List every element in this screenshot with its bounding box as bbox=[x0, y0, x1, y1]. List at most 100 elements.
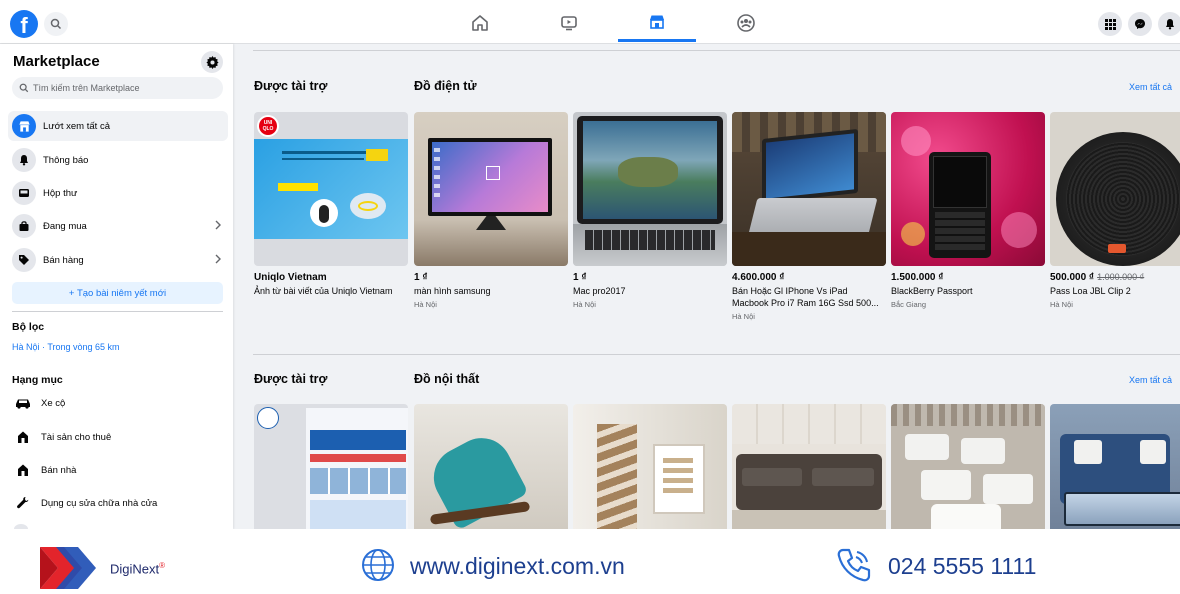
listing-image bbox=[732, 112, 886, 266]
category-heading-electronics: Đồ điện tử bbox=[414, 79, 477, 93]
house-sale-icon-wrap bbox=[12, 459, 34, 481]
rental-house-icon-wrap bbox=[12, 426, 34, 448]
marketplace-search bbox=[12, 77, 223, 99]
listing-image bbox=[732, 404, 886, 529]
tab-marketplace[interactable] bbox=[618, 4, 696, 42]
notifications-button[interactable] bbox=[1158, 12, 1180, 36]
see-all-link[interactable]: Xem tất cả bbox=[1129, 82, 1172, 92]
create-listing-button[interactable]: + Tạo bài niêm yết mới bbox=[12, 282, 223, 304]
listing-price: 4.600.000 ₫ bbox=[732, 272, 785, 283]
sidebar-title: Marketplace bbox=[13, 53, 100, 70]
promo-footer: DigiNext® www.diginext.com.vn 024 5555 1… bbox=[0, 529, 1180, 594]
listing-card[interactable]: 1 ₫ màn hình samsung Hà Nội bbox=[414, 112, 568, 309]
marketplace-search-input[interactable] bbox=[33, 83, 213, 93]
listing-card[interactable] bbox=[891, 404, 1045, 529]
listing-image bbox=[891, 112, 1045, 266]
watch-icon bbox=[561, 16, 577, 31]
listing-price: 1 ₫ bbox=[573, 272, 587, 283]
listing-card[interactable]: 500.000 ₫ 1.000.000 ₫ Pass Loa JBL Clip 2… bbox=[1050, 112, 1180, 309]
listing-price: 500.000 ₫ 1.000.000 ₫ bbox=[1050, 272, 1180, 283]
sidebar-item-browse-all[interactable]: Lướt xem tất cả bbox=[8, 111, 228, 141]
diginext-logo-icon bbox=[40, 547, 96, 589]
sponsored-card[interactable]: UNI QLO Uniqlo Vietnam Ảnh từ bài viết c… bbox=[254, 112, 408, 297]
sidebar-item-notifications[interactable]: Thông báo bbox=[8, 145, 228, 175]
sponsored-image: UNI QLO bbox=[254, 112, 408, 266]
top-navigation-bar: f bbox=[0, 0, 1180, 44]
listing-card[interactable] bbox=[1050, 404, 1180, 529]
listing-card[interactable]: 4.600.000 ₫ Bán Hoặc Gl IPhone Vs iPad M… bbox=[732, 112, 886, 321]
category-item-homes-for-sale[interactable]: Bán nhà bbox=[8, 455, 228, 485]
sponsor-name: Uniqlo Vietnam bbox=[254, 272, 327, 283]
search-button[interactable] bbox=[44, 12, 68, 36]
sidebar-item-label: Thông báo bbox=[43, 154, 89, 166]
tab-watch[interactable] bbox=[530, 4, 608, 42]
home-icon bbox=[472, 15, 488, 31]
listing-location: Hà Nội bbox=[573, 300, 596, 309]
facebook-logo[interactable]: f bbox=[10, 10, 38, 38]
settings-button[interactable] bbox=[201, 51, 223, 73]
listing-image bbox=[891, 404, 1045, 529]
sponsor-desc: Ảnh từ bài viết của Uniqlo Vietnam bbox=[254, 286, 393, 296]
category-label: Tài sản cho thuê bbox=[41, 431, 112, 443]
sidebar-item-label: Bán hàng bbox=[43, 254, 84, 266]
inbox-icon-wrap bbox=[12, 181, 36, 205]
car-icon-wrap bbox=[12, 392, 34, 414]
wrench-icon-wrap bbox=[12, 492, 34, 514]
shopping-bag-icon-wrap bbox=[12, 214, 36, 238]
ad-banner bbox=[254, 139, 408, 239]
section-divider bbox=[253, 50, 1180, 51]
uniqlo-logo: UNI QLO bbox=[257, 115, 279, 137]
category-item-vehicles[interactable]: Xe cộ bbox=[8, 388, 228, 418]
sponsored-heading: Được tài trợ bbox=[254, 372, 328, 386]
category-label: Xe cộ bbox=[41, 397, 66, 409]
listing-price: 1 ₫ bbox=[414, 272, 428, 283]
globe-icon bbox=[362, 549, 394, 581]
location-filter-link[interactable]: Hà Nội · Trong vòng 65 km bbox=[12, 342, 120, 352]
brand-text: DigiNext bbox=[110, 561, 160, 577]
car-icon bbox=[16, 399, 30, 409]
listing-image bbox=[573, 112, 727, 266]
listing-card[interactable]: 1.500.000 ₫ BlackBerry Passport Bắc Gian… bbox=[891, 112, 1045, 309]
listing-title: Mac pro2017 bbox=[573, 286, 626, 296]
tab-groups[interactable] bbox=[707, 4, 785, 42]
sidebar-item-label: Lướt xem tất cả bbox=[43, 120, 110, 132]
listing-card[interactable] bbox=[573, 404, 727, 529]
gear-icon bbox=[205, 55, 219, 69]
listing-card[interactable]: 1 ₫ Mac pro2017 Hà Nội bbox=[573, 112, 727, 309]
listing-title: BlackBerry Passport bbox=[891, 286, 973, 296]
listing-image bbox=[573, 404, 727, 529]
sidebar-item-inbox[interactable]: Hộp thư bbox=[8, 178, 228, 208]
listing-image bbox=[414, 404, 568, 529]
storefront-icon-wrap bbox=[12, 114, 36, 138]
listing-price-old: 1.000.000 ₫ bbox=[1097, 272, 1145, 282]
rental-house-icon bbox=[18, 431, 28, 443]
category-item-rentals[interactable]: Tài sản cho thuê bbox=[8, 422, 228, 452]
website-link[interactable]: www.diginext.com.vn bbox=[410, 553, 625, 580]
sidebar-item-buying[interactable]: Đang mua bbox=[8, 211, 228, 241]
bell-icon bbox=[20, 155, 28, 166]
messenger-button[interactable] bbox=[1128, 12, 1152, 36]
marketplace-feed: Được tài trợ Đồ điện tử Xem tất cả UNI Q… bbox=[233, 44, 1180, 529]
sidebar-item-label: Hộp thư bbox=[43, 187, 78, 199]
category-item-home-improvement[interactable]: Dụng cụ sửa chữa nhà cửa bbox=[8, 488, 228, 518]
search-icon bbox=[19, 83, 29, 93]
sidebar-item-label: Đang mua bbox=[43, 220, 87, 232]
inbox-icon bbox=[19, 189, 29, 197]
listing-card[interactable] bbox=[414, 404, 568, 529]
sponsored-card[interactable] bbox=[254, 404, 408, 529]
listing-title: Bán Hoặc Gl IPhone Vs iPad Macbook Pro i… bbox=[732, 286, 879, 308]
listing-price: 1.500.000 ₫ bbox=[891, 272, 944, 283]
see-all-link[interactable]: Xem tất cả bbox=[1129, 375, 1172, 385]
listing-card[interactable] bbox=[732, 404, 886, 529]
menu-grid-icon bbox=[1104, 18, 1116, 30]
listing-location: Hà Nội bbox=[414, 300, 437, 309]
storefront-icon bbox=[18, 120, 30, 132]
sponsored-image bbox=[254, 404, 408, 529]
tab-home[interactable] bbox=[441, 4, 519, 42]
sidebar-divider bbox=[12, 311, 223, 312]
wrench-icon bbox=[17, 497, 29, 509]
category-label: Dụng cụ sửa chữa nhà cửa bbox=[41, 497, 158, 509]
phone-number[interactable]: 024 5555 1111 bbox=[888, 553, 1036, 580]
menu-button[interactable] bbox=[1098, 12, 1122, 36]
sidebar-item-selling[interactable]: Bán hàng bbox=[8, 245, 228, 275]
